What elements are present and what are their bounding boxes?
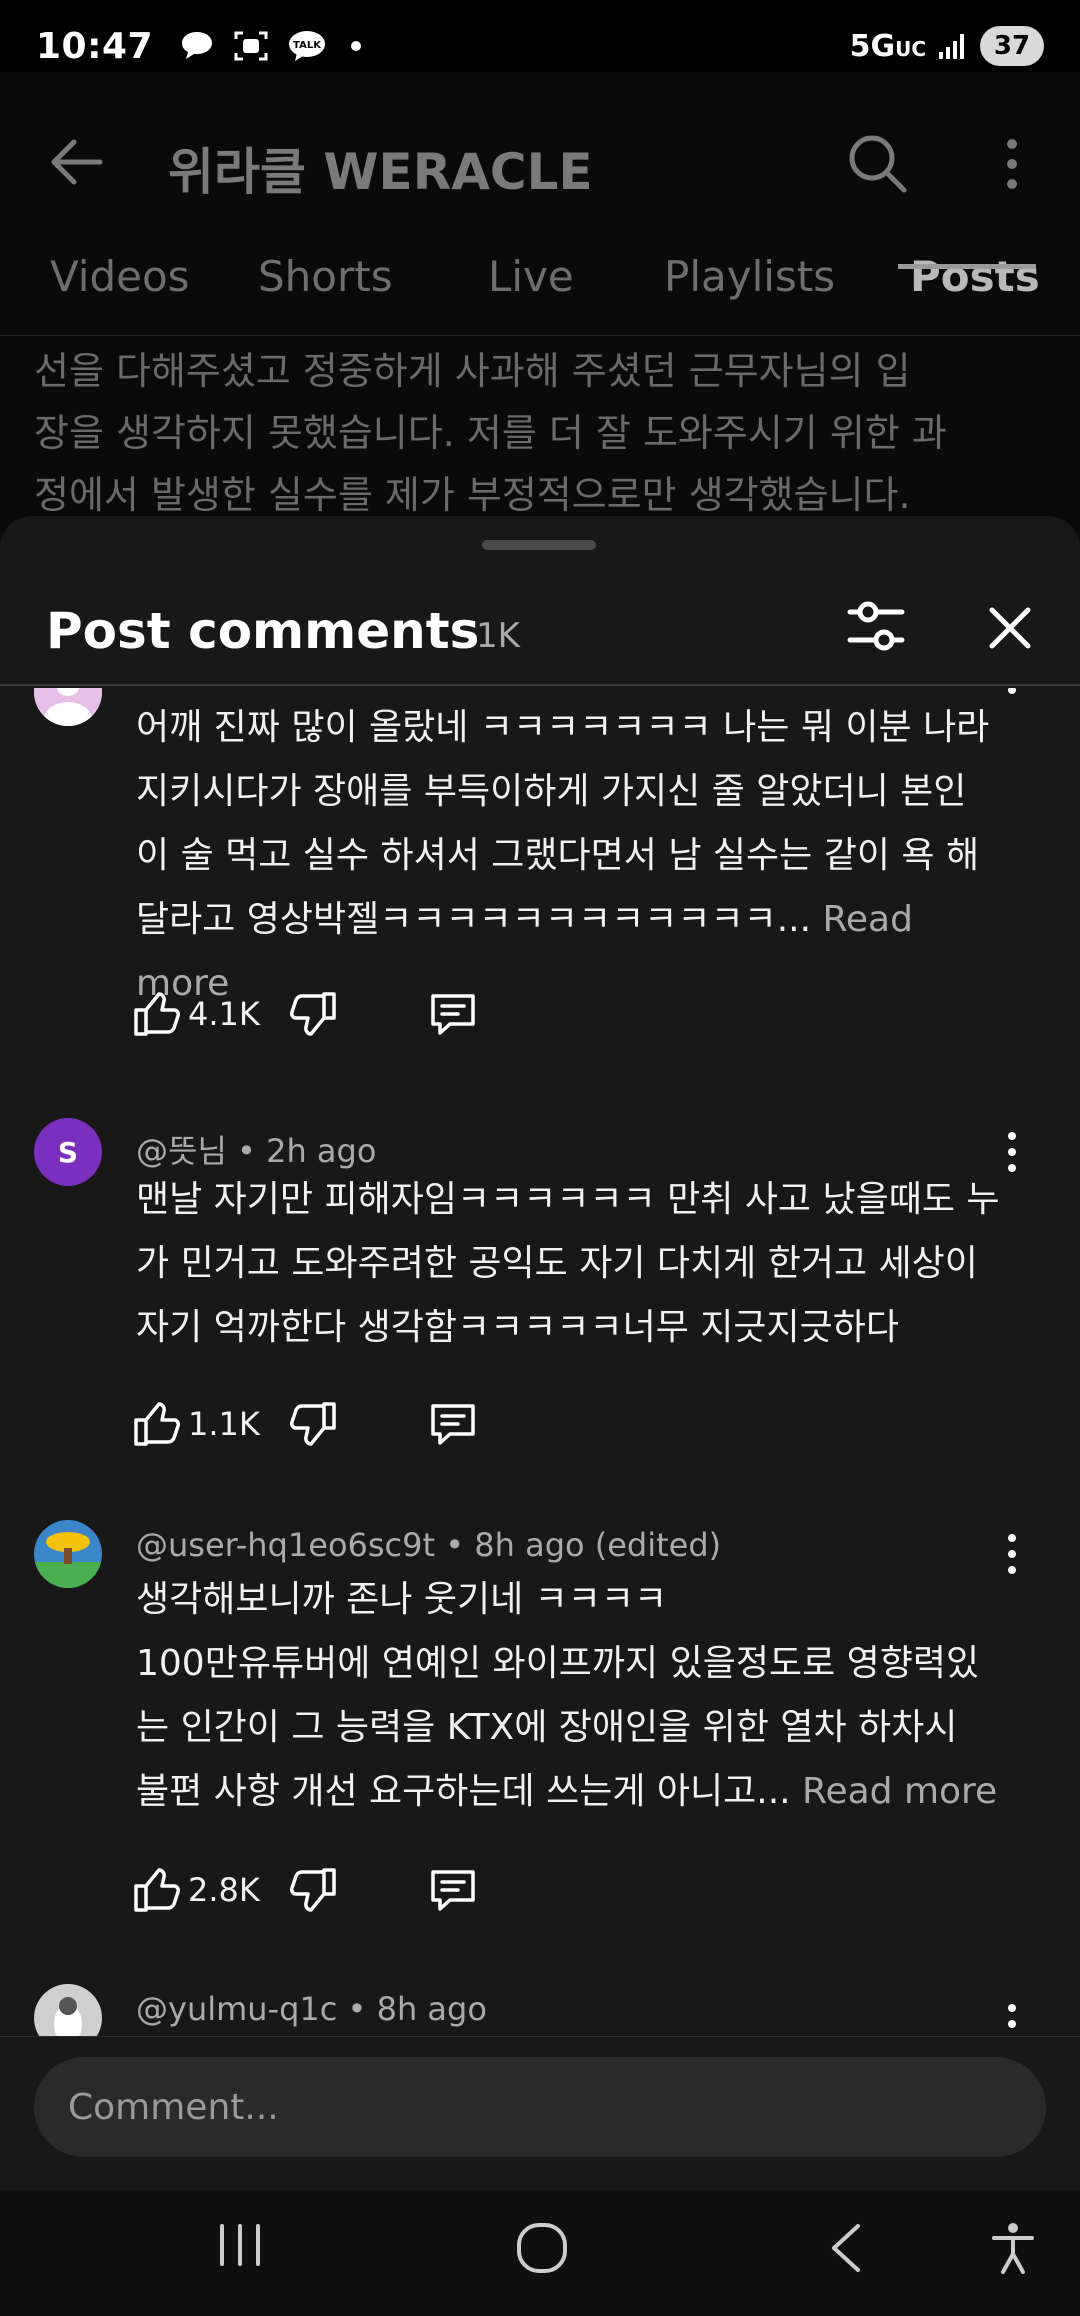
reply-icon [431,1404,475,1445]
active-tab-indicator [898,264,1036,269]
thumbs-up-icon [134,1402,180,1446]
post-line: 장을 생각하지 못했습니다. 저를 더 잘 도와주시기 위한 과 [34,411,947,455]
thumbs-down-icon [290,992,336,1036]
comment-line-text: 불편 사항 개선 요구하는데 쓰는게 아니고... [136,1771,791,1812]
comment-text: 어깨 진짜 많이 올랐네 ㅋㅋㅋㅋㅋㅋㅋ 나는 뭐 이분 나라 지키시다가 장애… [136,696,1016,1016]
reply-button[interactable] [428,1400,478,1452]
tab-live[interactable]: Live [488,252,574,301]
search-icon[interactable] [846,132,908,198]
avatar[interactable] [34,688,102,726]
thumbs-up-icon [134,1868,180,1912]
comment-text: 맨날 자기만 피해자임ㅋㅋㅋㅋㅋㅋ 만취 사고 났을때도 누 가 민거고 도와주… [136,1168,1016,1360]
tab-posts[interactable]: Posts [910,252,1040,301]
sheet-title: Post comments [46,602,480,660]
thumbs-down-icon [290,1868,336,1912]
chat-bubble-icon [179,29,215,63]
tab-videos[interactable]: Videos [50,252,190,301]
channel-page-background: 위라클 WERACLE Videos Shorts Live Playlists… [0,72,1080,532]
tab-playlists[interactable]: Playlists [664,252,835,301]
system-nav-bar [0,2190,1080,2316]
back-icon[interactable] [826,2220,866,2280]
post-line: 선을 다해주셨고 정중하게 사과해 주셨던 근무자님의 입 [34,349,911,393]
avatar[interactable]: S [34,1118,102,1186]
notification-icons: TALK [179,29,362,63]
comment-actions: 4.1K [132,990,732,1050]
comment-author-meta[interactable]: @뜻님 • 2h ago [136,1126,376,1172]
like-button[interactable]: 1.1K [132,1400,260,1448]
avatar-letter: S [57,1135,79,1169]
kakaotalk-icon: TALK [287,29,327,63]
like-button[interactable]: 4.1K [132,990,260,1038]
comment-line: 이 술 먹고 실수 하셔서 그랬다면서 남 실수는 같이 욕 해 [136,835,980,876]
accessibility-icon[interactable] [990,2220,1036,2280]
comment-line: 는 인간이 그 능력을 KTX에 장애인을 위한 열차 하차시 [136,1707,958,1748]
like-button[interactable]: 2.8K [132,1866,260,1914]
reply-button[interactable] [428,990,478,1042]
comment-line: 100만유튜버에 연예인 와이프까지 있을정도로 영향력있 [136,1643,980,1684]
dislike-button[interactable] [290,1866,338,1918]
signal-icon [938,32,968,60]
like-count: 1.1K [188,1405,260,1443]
comment-line-text: 달라고 영상박젤ㅋㅋㅋㅋㅋㅋㅋㅋㅋㅋㅋㅋ... [136,899,812,940]
comment-line: 맨날 자기만 피해자임ㅋㅋㅋㅋㅋㅋ 만취 사고 났을때도 누 [136,1179,1000,1220]
reply-icon [431,1870,475,1911]
channel-tabs: Videos Shorts Live Playlists Posts [0,232,1080,336]
read-more-link[interactable]: Read more [802,1771,997,1812]
comment-line: 불편 사항 개선 요구하는데 쓰는게 아니고... Read more [136,1760,1016,1824]
like-count: 2.8K [188,1871,260,1909]
filter-icon[interactable] [846,598,906,658]
network-indicator: 5GUC [849,28,926,64]
battery-indicator: 37 [980,26,1044,66]
thumbs-up-icon [134,992,180,1036]
home-icon[interactable] [514,2220,570,2280]
screenshot-icon [233,29,269,63]
tab-shorts[interactable]: Shorts [258,252,393,301]
comment-options-icon[interactable] [1000,1994,1024,2036]
comment-line: 지키시다가 장애를 부득이하게 가지신 줄 알았더니 본인 [136,771,967,812]
svg-text:TALK: TALK [293,40,322,51]
avatar[interactable] [34,1984,102,2036]
dislike-button[interactable] [290,1400,338,1452]
status-time: 10:47 [36,25,154,67]
app-bar: 위라클 WERACLE [0,92,1080,232]
comment-input[interactable] [34,2057,1046,2157]
more-options-icon[interactable] [1000,136,1024,196]
comment-line: 생각해보니까 존나 웃기네 ㅋㅋㅋㅋ [136,1579,668,1620]
drag-handle[interactable] [482,540,596,550]
comment-author-meta[interactable]: @user-hq1eo6sc9t • 8h ago (edited) [136,1526,721,1564]
comment-count: 1K [476,616,520,656]
comment-composer [0,2036,1080,2190]
like-count: 4.1K [188,995,260,1033]
comment-line: 가 민거고 도와주려한 공익도 자기 다치게 한거고 세상이 [136,1243,978,1284]
reply-icon [431,994,475,1035]
back-arrow-icon[interactable] [48,138,104,190]
recent-apps-icon[interactable] [216,2220,266,2274]
thumbs-down-icon [290,1402,336,1446]
dislike-button[interactable] [290,990,338,1042]
comment-text: 생각해보니까 존나 웃기네 ㅋㅋㅋㅋ 100만유튜버에 연예인 와이프까지 있을… [136,1568,1016,1824]
comment-line: 어깨 진짜 많이 올랐네 ㅋㅋㅋㅋㅋㅋㅋ 나는 뭐 이분 나라 [136,707,990,748]
channel-title: 위라클 WERACLE [168,143,593,201]
post-body-text: 선을 다해주셨고 정중하게 사과해 주셨던 근무자님의 입 장을 생각하지 못했… [34,340,1054,526]
more-notifications-dot-icon [351,41,362,51]
sheet-header: Post comments 1K [0,566,1080,686]
avatar[interactable] [34,1520,102,1588]
reply-button[interactable] [428,1866,478,1918]
comment-actions: 1.1K [132,1400,732,1460]
comments-list: 어깨 진짜 많이 올랐네 ㅋㅋㅋㅋㅋㅋㅋ 나는 뭐 이분 나라 지키시다가 장애… [0,688,1080,2036]
comment-line: 자기 억까한다 생각함ㅋㅋㅋㅋㅋ너무 지긋지긋하다 [136,1307,899,1348]
comment-author-meta[interactable]: @yulmu-q1c • 8h ago [136,1990,487,2028]
comment-actions: 2.8K [132,1866,732,1926]
close-icon[interactable] [988,606,1032,654]
